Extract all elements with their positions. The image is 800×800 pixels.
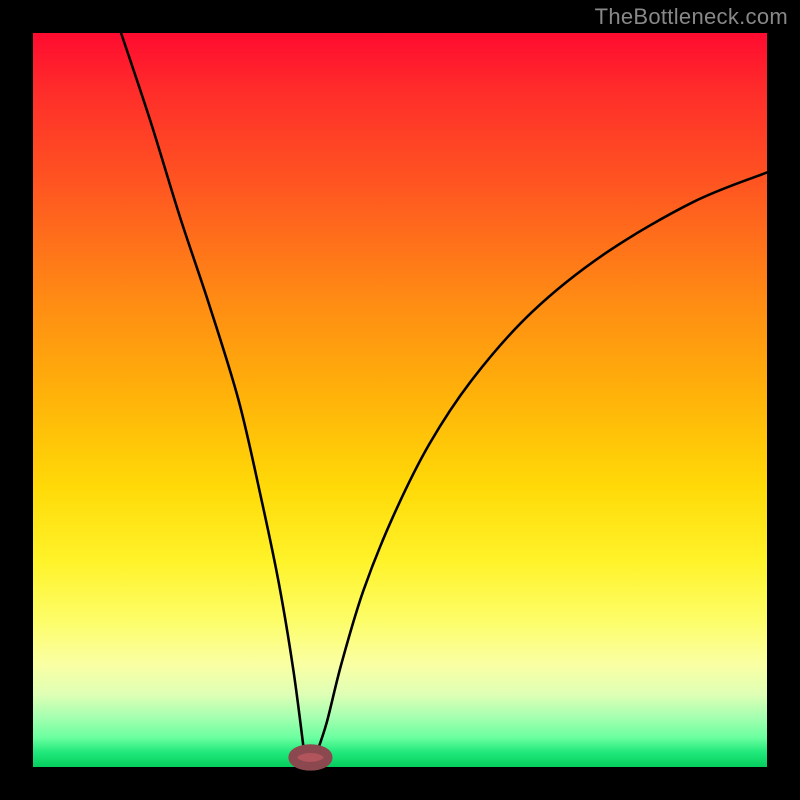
optimal-point-marker <box>293 749 328 767</box>
bottleneck-curve <box>33 33 767 767</box>
plot-area <box>33 33 767 767</box>
chart-container: TheBottleneck.com <box>0 0 800 800</box>
curve-left-branch <box>121 33 304 756</box>
curve-right-branch <box>316 172 767 756</box>
attribution-text: TheBottleneck.com <box>595 4 788 30</box>
